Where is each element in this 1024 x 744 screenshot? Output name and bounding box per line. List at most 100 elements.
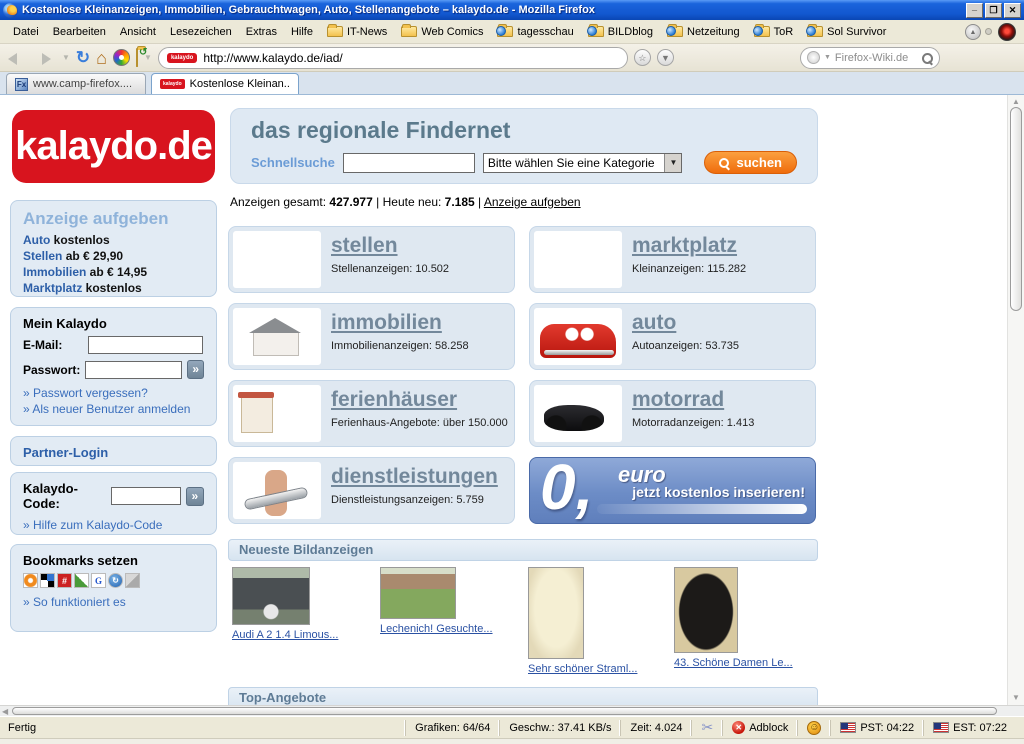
kalaydo-code-submit-button[interactable]: » [185,486,204,506]
partner-login-link[interactable]: Partner-Login [23,445,108,460]
thumbnail-lederjacke[interactable]: 43. Schöne Damen Le... [674,567,793,669]
scissors-icon-segment[interactable]: ✂ [691,719,722,736]
update-arrow-icon[interactable]: ▲ [965,23,981,40]
scroll-left-icon[interactable]: ◀ [2,707,8,716]
category-tile-stellen[interactable]: stellen Stellenanzeigen: 10.502 [228,226,515,293]
motorrad-link[interactable]: motorrad [632,388,724,411]
email-field[interactable] [88,336,203,354]
google-bookmark-icon[interactable]: G [91,573,106,588]
search-input[interactable]: Firefox-Wiki.de [835,52,917,64]
adblock-disabled-icon[interactable]: ✕ [732,721,746,734]
immobilien-link[interactable]: immobilien [331,311,442,334]
vertical-scrollbar[interactable]: ▲ ▼ [1007,95,1024,705]
bookmark-bildblog[interactable]: BILDblog [581,23,660,41]
search-submit-button[interactable]: suchen [704,151,797,174]
smiley-segment[interactable]: ☺ [797,719,830,736]
window-title: Kostenlose Kleinanzeigen, Immobilien, Ge… [22,4,595,16]
go-dropdown-button[interactable]: ▼ [656,49,674,66]
post-ad-link[interactable]: Anzeige aufgeben [484,195,581,209]
thumbnail-strampler[interactable]: Sehr schöner Straml... [528,567,637,675]
search-engine-icon[interactable] [806,51,820,64]
promo-marktplatz-link[interactable]: Marktplatz [23,281,82,295]
linkarena-icon[interactable] [74,573,89,588]
url-text[interactable]: http://www.kalaydo.de/iad/ [203,51,342,65]
history-dropdown-icon[interactable]: ▼ [62,53,70,62]
menu-lesezeichen[interactable]: Lesezeichen [163,23,239,41]
scrollbar-thumb[interactable] [12,707,997,715]
menu-hilfe[interactable]: Hilfe [284,23,320,41]
minimize-button[interactable] [966,2,983,18]
romper-photo[interactable] [528,567,584,659]
login-submit-button[interactable]: » [187,360,204,379]
marktplatz-link[interactable]: marktplatz [632,234,737,257]
category-tile-auto[interactable]: auto Autoanzeigen: 53.735 [529,303,816,370]
folkd-icon[interactable]: # [57,573,72,588]
quicksearch-input[interactable] [342,152,475,173]
ferienhaeuser-link[interactable]: ferienhäuser [331,388,457,411]
audi-photo[interactable] [232,567,310,625]
category-tile-ferienhaeuser[interactable]: ferienhäuser Ferienhaus-Angebote: über 1… [228,380,515,447]
code-help-link[interactable]: Hilfe zum Kalaydo-Code [23,517,204,533]
password-field[interactable] [85,360,183,379]
category-tile-immobilien[interactable]: immobilien Immobilienanzeigen: 58.258 [228,303,515,370]
url-bar[interactable]: kalaydo http://www.kalaydo.de/iad/ [157,46,628,69]
tab-kalaydo[interactable]: kalaydo Kostenlose Kleinan... [151,73,299,94]
adblock-segment[interactable]: ✕ Adblock [722,719,797,736]
category-tile-motorrad[interactable]: motorrad Motorradanzeigen: 1.413 [529,380,816,447]
search-icon[interactable] [921,52,933,64]
menu-extras[interactable]: Extras [239,23,284,41]
bookmark-it-news[interactable]: IT-News [320,23,394,41]
bookmark-web-comics[interactable]: Web Comics [394,23,490,41]
house-photo[interactable] [380,567,456,619]
dienstleistungen-link[interactable]: dienstleistungen [331,465,498,488]
delicious-icon[interactable] [40,573,55,588]
extension-red-eye-icon[interactable] [998,22,1016,41]
forward-button[interactable] [34,48,56,68]
scroll-up-icon[interactable]: ▲ [1012,97,1020,106]
scroll-down-icon[interactable]: ▼ [1012,693,1020,702]
colorzilla-icon[interactable] [113,49,131,66]
category-tile-marktplatz[interactable]: marktplatz Kleinanzeigen: 115.282 [529,226,816,293]
tab-camp-firefox[interactable]: Fx www.camp-firefox.... [6,73,146,94]
promo-auto-link[interactable]: Auto [23,233,50,247]
menu-bearbeiten[interactable]: Bearbeiten [46,23,113,41]
category-tile-dienstleistungen[interactable]: dienstleistungen Dienstleistungsanzeigen… [228,457,515,524]
promo-immobilien-link[interactable]: Immobilien [23,265,86,279]
scrollbar-thumb[interactable] [1010,107,1022,311]
smiley-icon[interactable]: ☺ [807,720,822,735]
menu-ansicht[interactable]: Ansicht [113,23,163,41]
category-select[interactable]: Bitte wählen Sie eine Kategorie ▼ [482,152,683,173]
horizontal-scrollbar[interactable]: ◀ [0,705,1024,716]
auto-link[interactable]: auto [632,311,676,334]
search-engine-dropdown-icon[interactable]: ▼ [824,54,831,61]
thumbnail-audi[interactable]: Audi A 2 1.4 Limous... [232,567,338,641]
thumbnail-lechenich[interactable]: Lechenich! Gesuchte... [380,567,493,635]
bookmark-tor[interactable]: ToR [747,23,801,41]
bookmark-netzeitung[interactable]: Netzeitung [660,23,747,41]
webnews-icon[interactable]: ↻ [108,573,123,588]
mister-wong-icon[interactable] [23,573,38,588]
search-bar[interactable]: ▼ Firefox-Wiki.de [799,46,940,69]
kalaydo-logo[interactable]: kalaydo.de [12,110,215,183]
bookmark-star-button[interactable]: ☆ [633,49,651,66]
select-dropdown-icon[interactable]: ▼ [664,153,682,172]
jacket-photo[interactable] [674,567,738,653]
zero-euro-banner[interactable]: 0, euro jetzt kostenlos inserieren! [529,457,816,524]
session-restore-icon[interactable]: ↺ [136,47,147,67]
forgot-password-link[interactable]: Passwort vergessen? [23,385,204,401]
register-link[interactable]: Als neuer Benutzer anmelden [23,401,204,417]
social-bookmark-icon[interactable] [125,573,140,588]
bookmark-sol-survivor[interactable]: Sol Survivor [800,23,893,41]
scissors-icon[interactable]: ✂ [701,719,713,736]
back-button[interactable] [6,48,28,68]
home-button[interactable]: ⌂ [96,48,107,68]
kalaydo-code-field[interactable] [110,487,181,505]
bookmarks-help-link[interactable]: So funktioniert es [23,594,204,610]
menu-datei[interactable]: Datei [6,23,46,41]
reload-button[interactable]: ↻ [76,48,90,68]
stellen-link[interactable]: stellen [331,234,398,257]
promo-stellen-link[interactable]: Stellen [23,249,62,263]
bookmark-tagesschau[interactable]: tagesschau [490,23,580,41]
close-button[interactable] [1004,2,1021,18]
restore-button[interactable] [985,2,1002,18]
